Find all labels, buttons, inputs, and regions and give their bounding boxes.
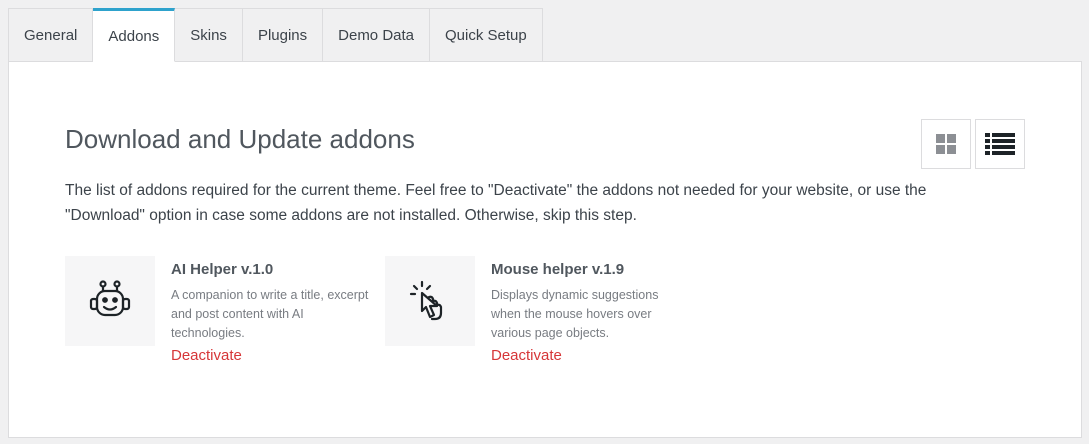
addons-panel: Download and Update addons The list of a… [8, 61, 1082, 438]
addon-icon-box [385, 256, 475, 346]
tab-addons[interactable]: Addons [93, 8, 176, 62]
addon-description: A companion to write a title, excerpt an… [171, 288, 369, 340]
robot-icon [89, 280, 131, 317]
list-view-icon [985, 133, 1015, 155]
page-title: Download and Update addons [65, 124, 415, 154]
addon-icon-box [65, 256, 155, 346]
addon-card-mouse-helper: Mouse helper v.1.9 Displays dynamic sugg… [385, 256, 685, 376]
tab-quick-setup[interactable]: Quick Setup [430, 8, 543, 62]
list-view-button[interactable] [975, 119, 1025, 169]
deactivate-link[interactable]: Deactivate [491, 347, 562, 364]
pointer-click-icon [409, 280, 443, 321]
tab-skins[interactable]: Skins [175, 8, 243, 62]
deactivate-link[interactable]: Deactivate [171, 347, 242, 364]
addon-description: Displays dynamic suggestions when the mo… [491, 288, 659, 340]
addon-card-ai-helper: AI Helper v.1.0 A companion to write a t… [65, 256, 368, 376]
grid-view-button[interactable] [921, 119, 971, 169]
settings-tabs: General Addons Skins Plugins Demo Data Q… [8, 8, 543, 62]
tab-plugins[interactable]: Plugins [242, 8, 324, 62]
addon-name: AI Helper v.1.0 [171, 261, 274, 278]
addon-name: Mouse helper v.1.9 [491, 261, 625, 278]
tab-general[interactable]: General [8, 8, 94, 62]
tab-demo-data[interactable]: Demo Data [323, 8, 431, 62]
page-description: The list of addons required for the curr… [65, 182, 927, 224]
grid-view-icon [936, 134, 956, 154]
